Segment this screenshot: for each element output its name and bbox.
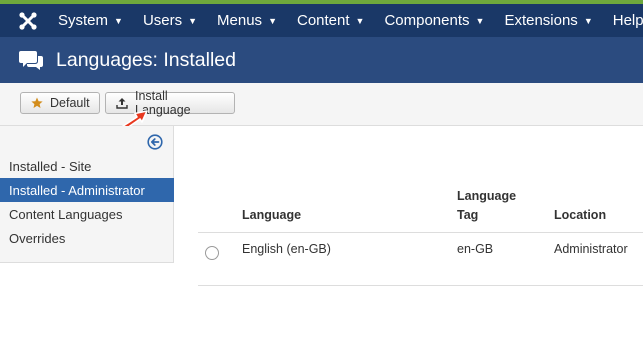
nav-label: Users xyxy=(142,12,183,29)
sidebar-item-label: Overrides xyxy=(9,230,66,246)
table-cell-tag: en-GB xyxy=(457,242,494,256)
arrow-circle-left-icon[interactable] xyxy=(147,134,163,150)
nav-label: Components xyxy=(384,12,470,29)
joomla-icon[interactable] xyxy=(18,10,38,32)
nav-system[interactable]: System ▼ xyxy=(58,12,123,29)
caret-down-icon: ▼ xyxy=(268,15,277,26)
comments-icon xyxy=(18,48,44,72)
caret-down-icon: ▼ xyxy=(583,15,593,26)
sidebar-item-installed-site[interactable]: Installed - Site xyxy=(0,154,174,178)
page-header: Languages: Installed xyxy=(0,37,643,83)
nav-extensions[interactable]: Extensions ▼ xyxy=(504,12,592,29)
nav-label: Extensions xyxy=(504,12,578,29)
nav-menus[interactable]: Menus ▼ xyxy=(217,12,277,29)
toolbar: Default Install Language xyxy=(0,83,643,126)
row-select-radio[interactable] xyxy=(205,246,219,260)
nav-label: System xyxy=(58,12,109,29)
top-navbar: System ▼ Users ▼ Menus ▼ Content ▼ Component… xyxy=(0,4,643,37)
column-header-location[interactable]: Location xyxy=(554,206,606,225)
nav-users[interactable]: Users ▼ xyxy=(143,12,197,29)
table-cell-location: Administrator xyxy=(554,242,628,256)
caret-down-icon: ▼ xyxy=(475,15,485,26)
table-header-divider xyxy=(198,232,643,233)
caret-down-icon: ▼ xyxy=(114,15,123,26)
sidebar-item-content-languages[interactable]: Content Languages xyxy=(0,202,174,226)
table-cell-language: English (en-GB) xyxy=(242,242,331,256)
nav-label: Menus xyxy=(217,12,263,29)
column-header-language-tag[interactable]: Language Tag xyxy=(457,187,529,225)
caret-down-icon: ▼ xyxy=(188,15,198,26)
nav-components[interactable]: Components ▼ xyxy=(384,12,484,29)
sidebar-item-installed-administrator[interactable]: Installed - Administrator xyxy=(0,178,174,202)
nav-label: Content xyxy=(296,12,350,29)
nav-label: Help xyxy=(612,12,643,29)
table-row-divider xyxy=(198,285,643,286)
caret-down-icon: ▼ xyxy=(355,15,365,26)
sidebar-item-label: Installed - Administrator xyxy=(9,182,145,198)
sidebar: Installed - Site Installed - Administrat… xyxy=(0,126,174,263)
nav-content[interactable]: Content ▼ xyxy=(297,12,364,29)
sidebar-item-label: Content Languages xyxy=(9,206,123,222)
nav-help[interactable]: Help xyxy=(613,12,643,29)
default-button[interactable]: Default xyxy=(20,92,100,114)
star-icon xyxy=(31,97,43,109)
default-button-label: Default xyxy=(50,96,90,110)
sidebar-item-overrides[interactable]: Overrides xyxy=(0,226,174,250)
sidebar-item-label: Installed - Site xyxy=(9,158,92,174)
page-title: Languages: Installed xyxy=(56,48,236,71)
column-header-language[interactable]: Language xyxy=(242,206,301,225)
